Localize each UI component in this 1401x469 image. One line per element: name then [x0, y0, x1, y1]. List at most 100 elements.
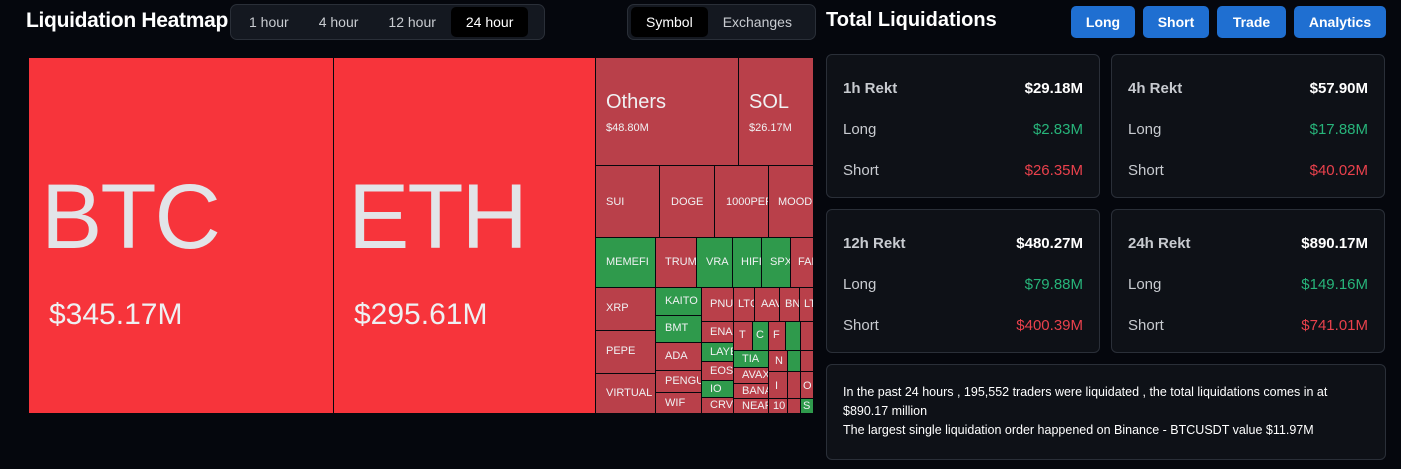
cell-value: $295.61M: [354, 298, 488, 331]
treemap-cell[interactable]: O: [800, 371, 814, 399]
cell-symbol: PNUT: [710, 298, 734, 310]
treemap-cell[interactable]: VIRTUAL: [595, 373, 656, 414]
heatmap-title: Liquidation Heatmap: [26, 9, 228, 32]
card-label: 4h Rekt: [1128, 80, 1183, 97]
treemap-cell-sol[interactable]: SOL $26.17M: [738, 57, 814, 166]
treemap-cell[interactable]: LAYER: [701, 342, 734, 362]
treemap-cell[interactable]: BMT: [655, 315, 702, 343]
treemap-cell[interactable]: KAITO: [655, 287, 702, 316]
treemap-cell-others[interactable]: Others $48.80M: [595, 57, 739, 166]
card-total: $480.27M: [1016, 235, 1083, 252]
long-label: Long: [843, 121, 877, 138]
cell-symbol: S: [803, 400, 811, 412]
time-range-selector: 1 hour 4 hour 12 hour 24 hour: [230, 4, 545, 40]
cell-symbol: FARTCOIN: [798, 256, 813, 268]
card-total: $29.18M: [1024, 80, 1083, 97]
long-value: $149.16M: [1301, 276, 1368, 293]
treemap-cell[interactable]: [787, 371, 801, 399]
card-label: 24h Rekt: [1128, 235, 1191, 252]
treemap-cell[interactable]: PEPE: [595, 330, 656, 374]
treemap-cell[interactable]: F: [768, 321, 786, 351]
treemap-cell[interactable]: BNB: [779, 287, 800, 322]
short-button[interactable]: Short: [1143, 6, 1209, 38]
cell-symbol: EOS: [710, 365, 734, 377]
cell-symbol: ENA: [710, 326, 733, 338]
treemap-cell[interactable]: CRV: [701, 397, 734, 414]
long-button[interactable]: Long: [1071, 6, 1135, 38]
tab-24-hour[interactable]: 24 hour: [450, 7, 529, 37]
cell-symbol: HIFI: [741, 256, 762, 268]
treemap-cell[interactable]: PNUT: [701, 287, 734, 322]
treemap-cell[interactable]: MOOD: [768, 165, 814, 238]
treemap-cell[interactable]: FARTCOIN: [790, 237, 814, 288]
short-label: Short: [1128, 162, 1164, 179]
treemap-cell[interactable]: LTC: [799, 287, 814, 322]
treemap-cell[interactable]: IO: [701, 380, 734, 398]
cell-symbol: I: [775, 380, 779, 392]
short-value: $26.35M: [1024, 162, 1083, 179]
treemap-cell[interactable]: DOGE: [659, 165, 715, 238]
treemap-cell[interactable]: I: [768, 371, 788, 399]
cell-symbol: BNB: [785, 298, 800, 310]
treemap-cell[interactable]: 1000PEPE: [714, 165, 769, 238]
treemap-cell[interactable]: [787, 350, 801, 372]
treemap-cell[interactable]: S: [800, 398, 814, 414]
cell-symbol: AAVE: [761, 298, 779, 310]
summary-line-2: The largest single liquidation order hap…: [843, 423, 1314, 437]
cell-symbol: 10: [773, 400, 786, 412]
treemap-cell[interactable]: VRA: [696, 237, 733, 288]
cell-symbol: N: [775, 355, 783, 367]
treemap-cell[interactable]: [787, 398, 801, 414]
treemap-cell[interactable]: T: [733, 321, 753, 351]
treemap-cell[interactable]: AAVE: [754, 287, 780, 322]
card-total: $890.17M: [1301, 235, 1368, 252]
treemap-cell[interactable]: TIA: [733, 350, 769, 368]
treemap-cell[interactable]: [785, 321, 801, 351]
treemap-cell[interactable]: SPX: [761, 237, 791, 288]
tab-1-hour[interactable]: 1 hour: [234, 7, 304, 37]
card-label: 1h Rekt: [843, 80, 898, 97]
treemap-cell[interactable]: C: [752, 321, 769, 351]
treemap-cell[interactable]: NEAR: [733, 398, 769, 414]
liquidation-summary: In the past 24 hours , 195,552 traders w…: [826, 364, 1386, 460]
cell-symbol: MEMEFI: [606, 256, 649, 268]
treemap-cell[interactable]: N: [768, 350, 788, 372]
tab-12-hour[interactable]: 12 hour: [373, 7, 450, 37]
treemap-cell[interactable]: ADA: [655, 342, 702, 371]
treemap-cell[interactable]: HIFI: [732, 237, 762, 288]
liquidation-treemap: BTC $345.17M ETH $295.61M Others $48.80M…: [28, 57, 814, 414]
cell-symbol: IO: [710, 383, 722, 395]
treemap-cell-eth[interactable]: ETH $295.61M: [333, 57, 596, 414]
treemap-cell[interactable]: SUI: [595, 165, 660, 238]
cell-symbol: 1000PEPE: [726, 196, 768, 208]
cell-symbol: CRV: [710, 399, 734, 411]
tab-4-hour[interactable]: 4 hour: [304, 7, 374, 37]
treemap-cell[interactable]: TRUMP: [655, 237, 697, 288]
treemap-cell[interactable]: [800, 321, 814, 351]
treemap-cell[interactable]: XRP: [595, 287, 656, 331]
tab-symbol[interactable]: Symbol: [631, 7, 708, 37]
long-label: Long: [1128, 276, 1162, 293]
treemap-cell[interactable]: 10: [768, 398, 788, 414]
cell-symbol: ADA: [665, 350, 688, 362]
cell-symbol: LTC: [804, 298, 813, 310]
cell-value: $48.80M: [606, 122, 649, 134]
treemap-cell[interactable]: EOS: [701, 361, 734, 381]
rekt-card-1h: 1h Rekt $29.18M Long $2.83M Short $26.35M: [826, 54, 1100, 198]
treemap-cell[interactable]: MEMEFI: [595, 237, 656, 288]
total-liquidations-title: Total Liquidations: [826, 9, 997, 31]
treemap-cell[interactable]: AVAX: [733, 367, 769, 384]
rekt-card-24h: 24h Rekt $890.17M Long $149.16M Short $741.…: [1111, 209, 1385, 353]
treemap-cell[interactable]: ENA: [701, 321, 734, 343]
trade-button[interactable]: Trade: [1217, 6, 1286, 38]
cell-symbol: KAITO: [665, 295, 698, 307]
treemap-cell[interactable]: LTC: [733, 287, 755, 322]
treemap-cell[interactable]: WIF: [655, 392, 702, 414]
treemap-cell[interactable]: [800, 350, 814, 372]
treemap-cell-btc[interactable]: BTC $345.17M: [28, 57, 334, 414]
analytics-button[interactable]: Analytics: [1294, 6, 1386, 38]
treemap-cell[interactable]: BANANA: [733, 383, 769, 399]
treemap-cell[interactable]: PENGU: [655, 370, 702, 393]
tab-exchanges[interactable]: Exchanges: [708, 7, 807, 37]
cell-symbol: MOOD: [778, 196, 813, 208]
